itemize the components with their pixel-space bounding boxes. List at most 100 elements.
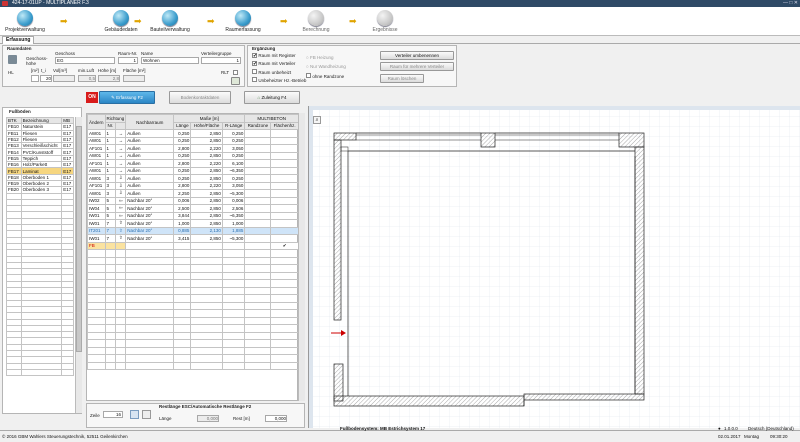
step-ergebnisse[interactable]: Ergebnisse [362, 7, 408, 33]
geschoss-field[interactable]: EG [55, 57, 115, 64]
cell-randzone[interactable] [244, 166, 272, 175]
cell-randzone[interactable] [244, 151, 272, 160]
cell-flaechenhz[interactable] [270, 189, 299, 198]
wall-row[interactable]: IW01 7 ⇧ Nachbar 20° 1,000 2,850 1,000 [87, 219, 299, 228]
step-projektverwaltung[interactable]: Projektverwaltung [2, 7, 48, 33]
wall-row[interactable]: IW02 5 ⇦ Nachbar 20° 0,006 2,850 0,006 [87, 196, 299, 205]
raum-nr-field[interactable]: 1 [118, 57, 138, 64]
cell-flaechenhz[interactable] [270, 196, 299, 205]
erfassung-button[interactable]: ✎ Erfassung F2 [99, 91, 155, 104]
cell-randzone[interactable] [244, 196, 272, 205]
verteiler-umbenennen-button[interactable]: Verteiler umbenennen [380, 51, 454, 60]
cell-flaechenhz[interactable] [270, 151, 299, 160]
cell-flaechenhz[interactable] [270, 181, 299, 190]
cell-flaechenhz[interactable] [270, 174, 299, 183]
flaeche-field[interactable] [123, 75, 145, 82]
check-unbeheizt-betrieb[interactable]: Unbeheizter Hz.-Betrieb [252, 77, 306, 84]
check-register[interactable]: ✔ Raum mit Register [252, 53, 296, 59]
name-field[interactable]: Wohnen [141, 57, 199, 64]
fussboden-row[interactable]: FB19 Oberboden 2 E17 [6, 179, 74, 188]
wall-row[interactable]: AW01 1 → Außen 0,250 2,850 0,250 [87, 129, 299, 138]
cell-flaechenhz[interactable] [270, 144, 299, 153]
raum-mehrere-verteiler-button[interactable]: Raum für mehrere Verteiler [380, 62, 454, 71]
checkbox[interactable] [252, 69, 257, 74]
fb-row[interactable]: FB ✔ [87, 241, 299, 250]
wall-row[interactable]: AF101 1 → Außen 2,800 2,220 6,100 [87, 159, 299, 168]
fussboden-scrollbar[interactable] [75, 117, 82, 413]
cell-randzone[interactable] [244, 234, 272, 243]
check-verteiler[interactable]: ✔ Raum mit Verteiler [252, 61, 295, 67]
zeile-field[interactable]: 16 [103, 411, 123, 418]
laenge-field[interactable]: 0,000 [197, 415, 219, 422]
cell-randzone[interactable] [244, 129, 272, 138]
window-controls[interactable]: — □ ✕ [783, 1, 798, 6]
cell-randzone[interactable] [244, 136, 272, 145]
checkbox[interactable] [252, 77, 257, 82]
cell-randzone[interactable] [244, 159, 272, 168]
checkbox[interactable]: ✔ [252, 53, 257, 59]
walls-scrollbar[interactable] [298, 113, 305, 401]
wall-row[interactable]: AW01 3 ⇩ Außen 2,250 2,850 ~5,300 [87, 189, 299, 198]
cell-randzone[interactable] [244, 204, 272, 213]
cell-randzone[interactable] [244, 144, 272, 153]
step-bauteilverwaltung[interactable]: Bauteilverwaltung [147, 7, 193, 33]
cell-flaechenhz[interactable] [270, 211, 299, 220]
tab-erfassung[interactable]: Erfassung [2, 36, 35, 44]
wall-row[interactable]: IW01 7 ⇧ Nachbar 20° 3,415 2,850 ~5,300 [87, 234, 299, 243]
rlt-checkbox[interactable] [233, 70, 238, 75]
checkbox[interactable]: ✔ [252, 61, 257, 67]
wall-row[interactable]: IW04 5 ⇦ Nachbar 20° 2,500 2,850 2,506 [87, 204, 299, 213]
wall-row[interactable]: IT201 7 ⇧ Nachbar 20° 0,885 2,130 1,885 [87, 226, 299, 235]
refresh-icon[interactable] [231, 77, 240, 85]
floor-plan-canvas[interactable]: ⌕ [308, 106, 800, 428]
magnifier-icon[interactable]: ⌕ [313, 116, 321, 124]
fussboden-row[interactable]: FB18 Oberboden 1 E17 [6, 173, 74, 181]
wall-row[interactable]: AW01 1 → Außen 0,250 2,850 0,250 [87, 136, 299, 145]
cell-flaechenhz[interactable] [270, 159, 299, 168]
zuleitung-button[interactable]: ⌂ Zuleitung F4 [244, 91, 300, 104]
cell-randzone[interactable] [244, 226, 272, 235]
cell-randzone[interactable] [244, 189, 272, 198]
cell-randzone[interactable] [244, 211, 272, 220]
cell-flaechenhz[interactable] [270, 204, 299, 213]
wall-row[interactable]: AW01 1 → Außen 0,250 2,850 ~6,350 [87, 166, 299, 175]
cell-randzone[interactable] [244, 181, 272, 190]
minluft-field[interactable]: 0,5 [78, 75, 96, 82]
rest-field[interactable]: 0,000 [265, 415, 287, 422]
option-fb-heizung[interactable]: ○ FB Heizung [306, 55, 333, 61]
wall-row[interactable]: IW01 5 ⇦ Nachbar 20° 3,844 2,850 ~6,350 [87, 211, 299, 220]
checkbox[interactable] [306, 73, 311, 78]
fussboden-row[interactable]: FB10 Naturstein E17 [6, 123, 74, 131]
wall-row[interactable]: AF101 3 ⇩ Außen 2,800 2,220 3,050 [87, 181, 299, 190]
vol-field[interactable] [53, 75, 75, 82]
cell-flaechenhz[interactable] [270, 234, 299, 243]
verteiler-field[interactable]: 1 [201, 57, 241, 64]
option-randzone[interactable]: ohne Randzone [306, 73, 344, 80]
step-raumerfassung[interactable]: Raumerfassung [220, 7, 266, 33]
on-toggle[interactable]: ON [86, 92, 98, 103]
cell-flaechenhz[interactable] [270, 219, 299, 228]
cell-randzone[interactable] [244, 219, 272, 228]
wall-row[interactable]: AW01 1 → Außen 0,250 2,850 0,250 [87, 151, 299, 160]
save-icon[interactable] [130, 410, 139, 419]
fussboden-row[interactable]: FB14 PVC/Kunststoff E17 [6, 148, 74, 156]
wall-row[interactable]: AF101 1 → Außen 2,800 2,220 3,050 [87, 144, 299, 153]
step-berechnung[interactable]: Berechnung [293, 7, 339, 33]
scroll-thumb[interactable] [76, 126, 82, 352]
raum-loeschen-button[interactable]: Raum löschen [380, 74, 424, 83]
edit-icon[interactable] [142, 410, 151, 419]
option-wandheizung[interactable]: ○ Nur Wandheizung [306, 64, 346, 70]
cell-flaechenhz[interactable] [270, 136, 299, 145]
fussboden-row[interactable]: FB16 Holz/Parkett E17 [6, 161, 74, 169]
cell-flaechenhz[interactable] [270, 226, 299, 235]
check-unbeheizt[interactable]: Raum unbeheizt [252, 69, 291, 76]
cell-randzone[interactable] [244, 174, 272, 183]
cell-flaechenhz[interactable] [270, 166, 299, 175]
cell-flaechenhz[interactable] [270, 129, 299, 138]
fussboden-row[interactable]: FB13 Verschleißschicht E17 [6, 142, 74, 150]
area-field[interactable] [31, 75, 39, 82]
wall-row[interactable]: AW01 3 ⇩ Außen 0,250 2,850 0,250 [87, 174, 299, 183]
bodenkontakt-button[interactable]: Bodenkontaktdaten [169, 91, 231, 104]
fussboden-row[interactable]: FB20 Oberboden 3 E17 [6, 186, 74, 194]
ti-field[interactable]: 20 [40, 75, 52, 82]
